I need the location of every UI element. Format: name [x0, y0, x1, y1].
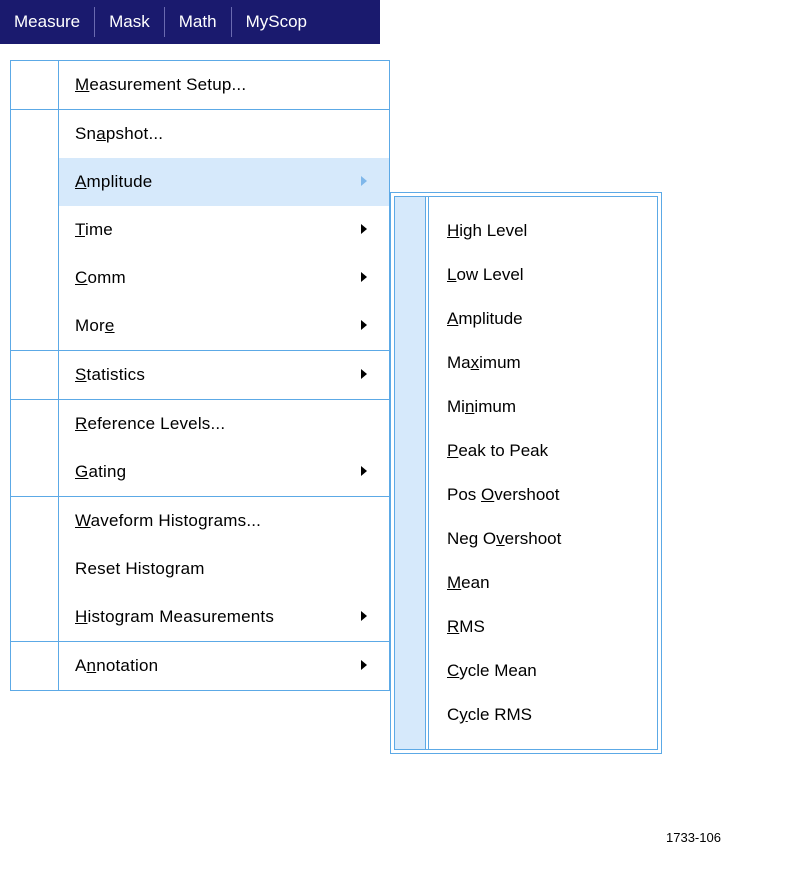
- submenu-arrow-icon: [361, 610, 389, 624]
- menu-comm-label: Comm: [59, 268, 361, 288]
- menu-time[interactable]: Time: [11, 206, 389, 254]
- menu-indent: [11, 593, 59, 641]
- menu-histogram-measurements-label: Histogram Measurements: [59, 607, 361, 627]
- submenu-arrow-icon: [361, 175, 389, 189]
- menu-indent: [11, 206, 59, 254]
- menu-more-label: More: [59, 316, 361, 336]
- submenu-arrow-icon: [361, 659, 389, 673]
- menu-indent: [11, 448, 59, 496]
- submenu-peak-to-peak[interactable]: Peak to Peak: [429, 429, 657, 473]
- figure-reference: 1733-106: [666, 830, 721, 845]
- menu-measurement-setup[interactable]: Measurement Setup...: [11, 61, 389, 109]
- submenu-arrow-icon: [361, 223, 389, 237]
- submenu-amplitude[interactable]: Amplitude: [429, 297, 657, 341]
- menu-annotation[interactable]: Annotation: [11, 642, 389, 690]
- menu-reference-levels[interactable]: Reference Levels...: [11, 400, 389, 448]
- submenu-arrow-icon: [361, 271, 389, 285]
- menu-indent: [11, 158, 59, 206]
- menu-waveform-histograms-label: Waveform Histograms...: [59, 511, 361, 531]
- submenu-high-level[interactable]: High Level: [429, 209, 657, 253]
- amplitude-submenu: High Level Low Level Amplitude Maximum M…: [390, 192, 662, 754]
- menu-histogram-measurements[interactable]: Histogram Measurements: [11, 593, 389, 641]
- menu-comm[interactable]: Comm: [11, 254, 389, 302]
- menu-indent: [11, 110, 59, 158]
- menu-more[interactable]: More: [11, 302, 389, 350]
- submenu-low-level[interactable]: Low Level: [429, 253, 657, 297]
- menu-time-label: Time: [59, 220, 361, 240]
- menu-snapshot-label: Snapshot...: [59, 124, 361, 144]
- menubar-myscope[interactable]: MyScop: [232, 0, 321, 44]
- menu-statistics[interactable]: Statistics: [11, 351, 389, 399]
- menu-reset-histogram[interactable]: Reset Histogram: [11, 545, 389, 593]
- submenu-rms[interactable]: RMS: [429, 605, 657, 649]
- menu-indent: [11, 497, 59, 545]
- menu-waveform-histograms[interactable]: Waveform Histograms...: [11, 497, 389, 545]
- menu-amplitude-label: Amplitude: [59, 172, 361, 192]
- menubar-mask[interactable]: Mask: [95, 0, 164, 44]
- menubar-mask-label: Mask: [109, 12, 150, 32]
- submenu-mean[interactable]: Mean: [429, 561, 657, 605]
- submenu-minimum[interactable]: Minimum: [429, 385, 657, 429]
- submenu-cycle-mean[interactable]: Cycle Mean: [429, 649, 657, 693]
- submenu-arrow-icon: [361, 368, 389, 382]
- menu-measurement-setup-label: Measurement Setup...: [59, 75, 361, 95]
- menu-snapshot[interactable]: Snapshot...: [11, 110, 389, 158]
- menu-indent: [11, 400, 59, 448]
- submenu-stripe: [395, 197, 425, 749]
- menu-reference-levels-label: Reference Levels...: [59, 414, 361, 434]
- menu-indent: [11, 351, 59, 399]
- submenu-neg-overshoot[interactable]: Neg Overshoot: [429, 517, 657, 561]
- menu-indent: [11, 61, 59, 109]
- submenu-pos-overshoot[interactable]: Pos Overshoot: [429, 473, 657, 517]
- submenu-maximum[interactable]: Maximum: [429, 341, 657, 385]
- menubar-measure-label: Measure: [14, 12, 80, 32]
- menubar-math[interactable]: Math: [165, 0, 231, 44]
- menu-amplitude[interactable]: Amplitude: [11, 158, 389, 206]
- menu-statistics-label: Statistics: [59, 365, 361, 385]
- menubar-myscope-label: MyScop: [246, 12, 307, 32]
- menu-indent: [11, 254, 59, 302]
- submenu-cycle-rms[interactable]: Cycle RMS: [429, 693, 657, 737]
- menu-reset-histogram-label: Reset Histogram: [59, 559, 361, 579]
- measure-menu: Measurement Setup... Snapshot... Amplitu…: [10, 60, 390, 691]
- menu-gating-label: Gating: [59, 462, 361, 482]
- menubar: Measure Mask Math MyScop: [0, 0, 380, 44]
- menubar-measure[interactable]: Measure: [0, 0, 94, 44]
- menubar-math-label: Math: [179, 12, 217, 32]
- submenu-arrow-icon: [361, 465, 389, 479]
- menu-indent: [11, 545, 59, 593]
- menu-gating[interactable]: Gating: [11, 448, 389, 496]
- menu-indent: [11, 302, 59, 350]
- menu-indent: [11, 642, 59, 690]
- submenu-arrow-icon: [361, 319, 389, 333]
- menu-annotation-label: Annotation: [59, 656, 361, 676]
